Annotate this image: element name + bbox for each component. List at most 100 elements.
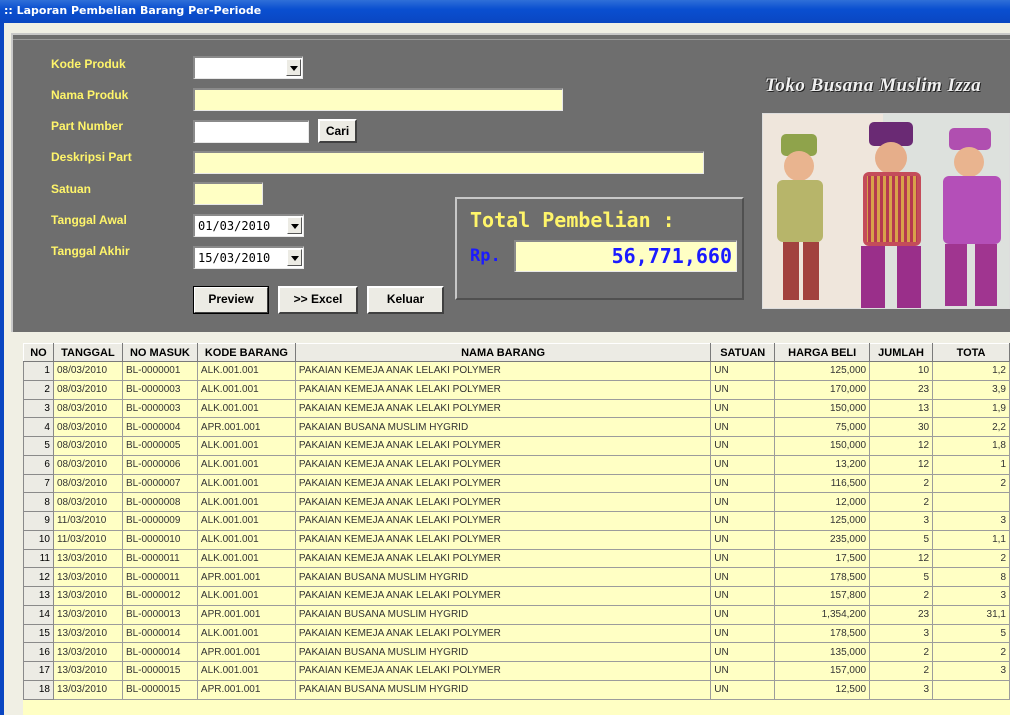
table-cell[interactable]: APR.001.001 (196, 417, 296, 437)
table-cell[interactable]: PAKAIAN KEMEJA ANAK LELAKI POLYMER (294, 361, 712, 381)
table-cell[interactable]: APR.001.001 (196, 604, 296, 625)
table-cell[interactable]: BL-0000012 (121, 586, 198, 606)
chevron-down-icon[interactable] (286, 59, 301, 76)
table-row[interactable]: 4 08/03/2010 BL-0000004 APR.001.001 PAKAIAN … (23, 417, 1010, 437)
table-cell[interactable]: 08/03/2010 (52, 454, 123, 475)
table-cell[interactable]: 23 (869, 379, 934, 400)
table-cell[interactable]: 31,1 (932, 604, 1010, 625)
chevron-down-icon[interactable] (287, 249, 302, 266)
table-cell[interactable]: 5 (869, 529, 934, 550)
table-cell[interactable]: 1 (932, 454, 1010, 475)
table-cell[interactable]: UN (710, 661, 776, 681)
table-cell[interactable]: ALK.001.001 (196, 586, 296, 606)
table-cell[interactable]: PAKAIAN BUSANA MUSLIM HYGRID (294, 567, 712, 587)
row-number-cell[interactable]: 4 (23, 417, 54, 437)
table-row[interactable]: 18 13/03/2010 BL-0000015 APR.001.001 PAKAIAN… (23, 679, 1010, 700)
table-cell[interactable]: PAKAIAN KEMEJA ANAK LELAKI POLYMER (294, 548, 712, 569)
table-cell[interactable]: BL-0000008 (121, 492, 198, 512)
table-cell[interactable]: UN (710, 492, 776, 512)
table-cell[interactable]: 3 (869, 679, 934, 700)
table-cell[interactable]: 13/03/2010 (52, 604, 123, 625)
table-cell[interactable]: PAKAIAN KEMEJA ANAK LELAKI POLYMER (294, 511, 712, 531)
table-cell[interactable]: BL-0000015 (121, 661, 198, 681)
table-cell[interactable]: ALK.001.001 (196, 361, 296, 381)
table-cell[interactable] (932, 492, 1010, 512)
table-cell[interactable]: PAKAIAN BUSANA MUSLIM HYGRID (294, 417, 712, 437)
table-cell[interactable]: PAKAIAN BUSANA MUSLIM HYGRID (294, 642, 712, 662)
table-cell[interactable]: 08/03/2010 (52, 398, 123, 419)
table-row[interactable]: 5 08/03/2010 BL-0000005 ALK.001.001 PAKAIAN … (23, 436, 1010, 456)
table-cell[interactable]: 125,000 (774, 361, 871, 381)
table-cell[interactable]: ALK.001.001 (196, 436, 296, 456)
table-cell[interactable]: 13/03/2010 (52, 586, 123, 606)
table-cell[interactable]: BL-0000005 (121, 436, 198, 456)
table-cell[interactable]: 125,000 (774, 511, 871, 531)
table-cell[interactable]: 1,8 (932, 436, 1010, 456)
tanggal-akhir-select[interactable]: 15/03/2010 (193, 246, 304, 269)
table-cell[interactable]: BL-0000010 (121, 529, 198, 550)
table-cell[interactable]: UN (710, 361, 776, 381)
table-cell[interactable]: BL-0000011 (121, 548, 198, 569)
row-number-cell[interactable]: 15 (23, 623, 54, 644)
table-cell[interactable]: 1,354,200 (774, 604, 871, 625)
table-cell[interactable]: 8 (932, 567, 1010, 587)
table-cell[interactable]: 23 (869, 604, 934, 625)
row-number-cell[interactable]: 17 (23, 661, 54, 681)
table-cell[interactable]: BL-0000003 (121, 379, 198, 400)
table-cell[interactable]: PAKAIAN KEMEJA ANAK LELAKI POLYMER (294, 379, 712, 400)
table-cell[interactable]: APR.001.001 (196, 567, 296, 587)
column-header[interactable]: SATUAN (710, 343, 776, 362)
table-cell[interactable]: 3,9 (932, 379, 1010, 400)
table-row[interactable]: 10 11/03/2010 BL-0000010 ALK.001.001 PAKAIAN… (23, 529, 1010, 550)
table-cell[interactable]: PAKAIAN KEMEJA ANAK LELAKI POLYMER (294, 661, 712, 681)
table-cell[interactable]: 12 (869, 548, 934, 569)
table-cell[interactable]: 2 (869, 586, 934, 606)
table-cell[interactable]: 08/03/2010 (52, 492, 123, 512)
table-row[interactable]: 11 13/03/2010 BL-0000011 ALK.001.001 PAKAIAN… (23, 548, 1010, 569)
cari-button[interactable]: Cari (318, 119, 357, 143)
table-cell[interactable]: ALK.001.001 (196, 661, 296, 681)
table-cell[interactable]: 3 (869, 623, 934, 644)
table-cell[interactable]: UN (710, 436, 776, 456)
table-cell[interactable] (932, 679, 1010, 700)
table-cell[interactable]: 13,200 (774, 454, 871, 475)
table-cell[interactable]: 5 (932, 623, 1010, 644)
column-header[interactable]: KODE BARANG (196, 343, 296, 362)
table-cell[interactable]: 116,500 (774, 473, 871, 494)
table-cell[interactable]: PAKAIAN KEMEJA ANAK LELAKI POLYMER (294, 436, 712, 456)
table-cell[interactable]: UN (710, 398, 776, 419)
table-row[interactable]: 13 13/03/2010 BL-0000012 ALK.001.001 PAKAIAN… (23, 586, 1010, 606)
row-number-cell[interactable]: 14 (23, 604, 54, 625)
row-number-cell[interactable]: 7 (23, 473, 54, 494)
table-cell[interactable]: UN (710, 548, 776, 569)
table-cell[interactable]: APR.001.001 (196, 679, 296, 700)
table-cell[interactable]: BL-0000015 (121, 679, 198, 700)
table-cell[interactable]: 08/03/2010 (52, 361, 123, 381)
table-cell[interactable]: 11/03/2010 (52, 529, 123, 550)
table-cell[interactable]: 1,2 (932, 361, 1010, 381)
table-cell[interactable]: 30 (869, 417, 934, 437)
table-cell[interactable]: 75,000 (774, 417, 871, 437)
table-row[interactable]: 16 13/03/2010 BL-0000014 APR.001.001 PAKAIAN… (23, 642, 1010, 662)
table-cell[interactable]: 157,800 (774, 586, 871, 606)
table-cell[interactable]: PAKAIAN KEMEJA ANAK LELAKI POLYMER (294, 586, 712, 606)
table-cell[interactable]: 2 (932, 473, 1010, 494)
table-cell[interactable]: 08/03/2010 (52, 473, 123, 494)
column-header[interactable]: NO (23, 343, 54, 362)
column-header[interactable]: HARGA BELI (774, 343, 871, 362)
table-cell[interactable]: 2 (869, 492, 934, 512)
row-number-cell[interactable]: 16 (23, 642, 54, 662)
table-cell[interactable]: BL-0000004 (121, 417, 198, 437)
table-cell[interactable]: BL-0000013 (121, 604, 198, 625)
table-cell[interactable]: 170,000 (774, 379, 871, 400)
table-cell[interactable]: 235,000 (774, 529, 871, 550)
table-row[interactable]: 12 13/03/2010 BL-0000011 APR.001.001 PAKAIAN… (23, 567, 1010, 587)
table-cell[interactable]: BL-0000014 (121, 642, 198, 662)
column-header[interactable]: NAMA BARANG (294, 343, 712, 362)
table-cell[interactable]: 17,500 (774, 548, 871, 569)
table-cell[interactable]: UN (710, 679, 776, 700)
table-cell[interactable]: ALK.001.001 (196, 529, 296, 550)
table-cell[interactable]: 13/03/2010 (52, 567, 123, 587)
table-cell[interactable]: 2 (932, 548, 1010, 569)
table-row[interactable]: 9 11/03/2010 BL-0000009 ALK.001.001 PAKAIAN … (23, 511, 1010, 531)
